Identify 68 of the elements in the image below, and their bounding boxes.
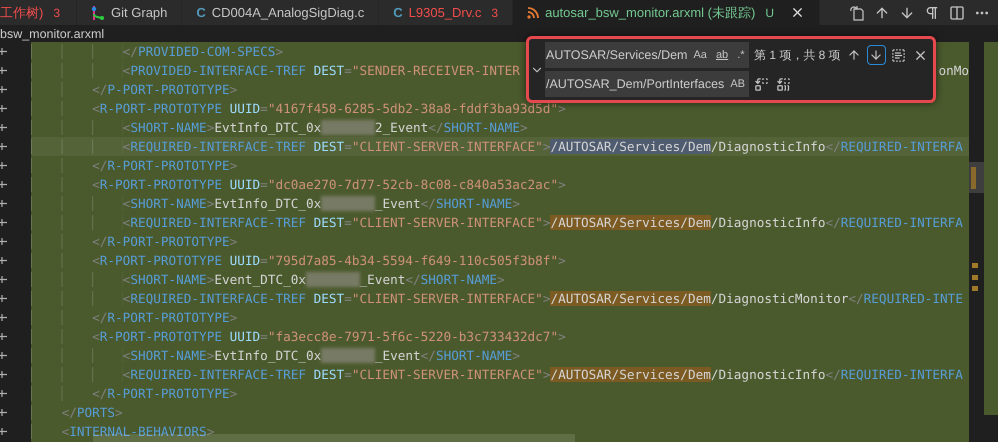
code-line: </PORTS> [31,403,969,422]
search-option[interactable]: ab [712,47,732,63]
arrow-up-icon[interactable] [874,4,890,20]
git-graph-icon [91,4,106,20]
code-line: </R-PORT-PROTOTYPE> [31,156,969,175]
plus-icon [0,123,7,132]
replace-all-icon[interactable] [776,76,791,92]
plus-icon [0,275,7,284]
cursor-marker [971,167,976,189]
code-line: <R-PORT-PROTOTYPE UUID="795d7a85-4b34-5594-f649-110c505f3b8f"> [31,251,969,270]
code-line: <REQUIRED-INTERFACE-TREF DEST="CLIENT-SERVER-INTERFACE">/AUTOSAR/Services/Dem/DiagnosticInfo</REQUIRED-INTERFA [31,213,969,232]
search-option[interactable]: Aa [690,47,710,63]
editor-tab[interactable]: 工作树) 3 [0,0,78,25]
plus-icon [0,389,7,398]
arrow-up-icon [847,48,862,62]
code-line: <REQUIRED-INTERFACE-TREF DEST="CLIENT-SERVER-INTERFACE">/AUTOSAR/Services/Dem/DiagnosticInfo</REQUIRED-INTERFA [31,365,969,384]
match-marker [972,286,978,291]
plus-icon [0,237,7,246]
plus-icon [0,332,7,341]
plus-icon [0,142,7,151]
plus-icon [0,294,7,303]
code-line: </R-PORT-PROTOTYPE> [31,384,969,403]
arrow-down-icon [869,48,884,62]
code-line: <R-PORT-PROTOTYPE UUID="4167f458-6285-5db2-38a8-fddf3ba93d5d"> [31,99,969,118]
replace-icon[interactable] [754,76,769,92]
code-line: <SHORT-NAME>Event_DTC_0x _Event</SHORT-NAME> [31,270,969,289]
plus-icon [0,370,7,379]
plus-icon [0,180,7,189]
match-marker [972,275,978,280]
match-marker [972,263,978,268]
code-line: </R-PORT-PROTOTYPE> [31,232,969,251]
code-line: <SHORT-NAME>EvtInfo_DTC_0x _Event</SHORT-NAME> [31,194,969,213]
plus-icon [0,427,7,436]
c-file-icon: C [393,5,403,20]
plus-icon [0,104,7,113]
plus-icon [0,66,7,75]
search-option[interactable]: .* [734,47,748,63]
pilcrow-icon[interactable] [924,4,940,20]
plus-icon [0,85,7,94]
next-match-button[interactable] [866,45,886,65]
find-in-selection-icon[interactable] [890,48,906,62]
code-line: <SHORT-NAME>EvtInfo_DTC_0x _Event</SHORT-NAME> [31,346,969,365]
code-line: </R-PORT-PROTOTYPE> [31,308,969,327]
code-line: <INTERNAL-BEHAVIORS> [31,422,969,441]
split-editor-icon[interactable] [949,4,965,20]
replace-field[interactable]: /AUTOSAR_Dem/PortInterfaces AB [545,71,749,97]
code-line: <R-PORT-PROTOTYPE UUID="fa3ecc8e-7971-5f6c-5220-b3c733432dc7"> [31,327,969,346]
plus-icon [0,47,7,56]
code-line: <R-PORT-PROTOTYPE UUID="dc0ae270-7d77-52cb-8c08-c840a53ac2ac"> [31,175,969,194]
close-icon[interactable] [790,5,805,20]
plus-icon [0,161,7,170]
plus-icon [0,408,7,417]
breadcrumb[interactable]: bsw_monitor.arxml [0,26,104,40]
find-field[interactable]: AUTOSAR/Services/Dem Aa ab .* [545,42,749,68]
code-line: <SHORT-NAME>EvtInfo_DTC_0x 2_Event</SHORT-NAME> [31,118,969,137]
plus-icon [0,256,7,265]
arrow-down-icon[interactable] [899,4,915,20]
document-arrow-icon[interactable] [849,4,865,20]
feed-icon [527,6,540,18]
code-text: onMo [938,62,969,80]
code-line: <REQUIRED-INTERFACE-TREF DEST="CLIENT-SERVER-INTERFACE">/AUTOSAR/Services/Dem/DiagnosticMonitor</REQUIRED-INTE [31,289,969,308]
c-file-icon: C [196,5,206,20]
plus-icon [0,218,7,227]
match-count: 第 1 项，共 8 项 [754,46,841,64]
plus-icon [0,313,7,322]
plus-icon [0,351,7,360]
plus-icon [0,199,7,208]
editor-tab[interactable]: autosar_bsw_monitor.arxml (未跟踪) U [513,0,820,25]
